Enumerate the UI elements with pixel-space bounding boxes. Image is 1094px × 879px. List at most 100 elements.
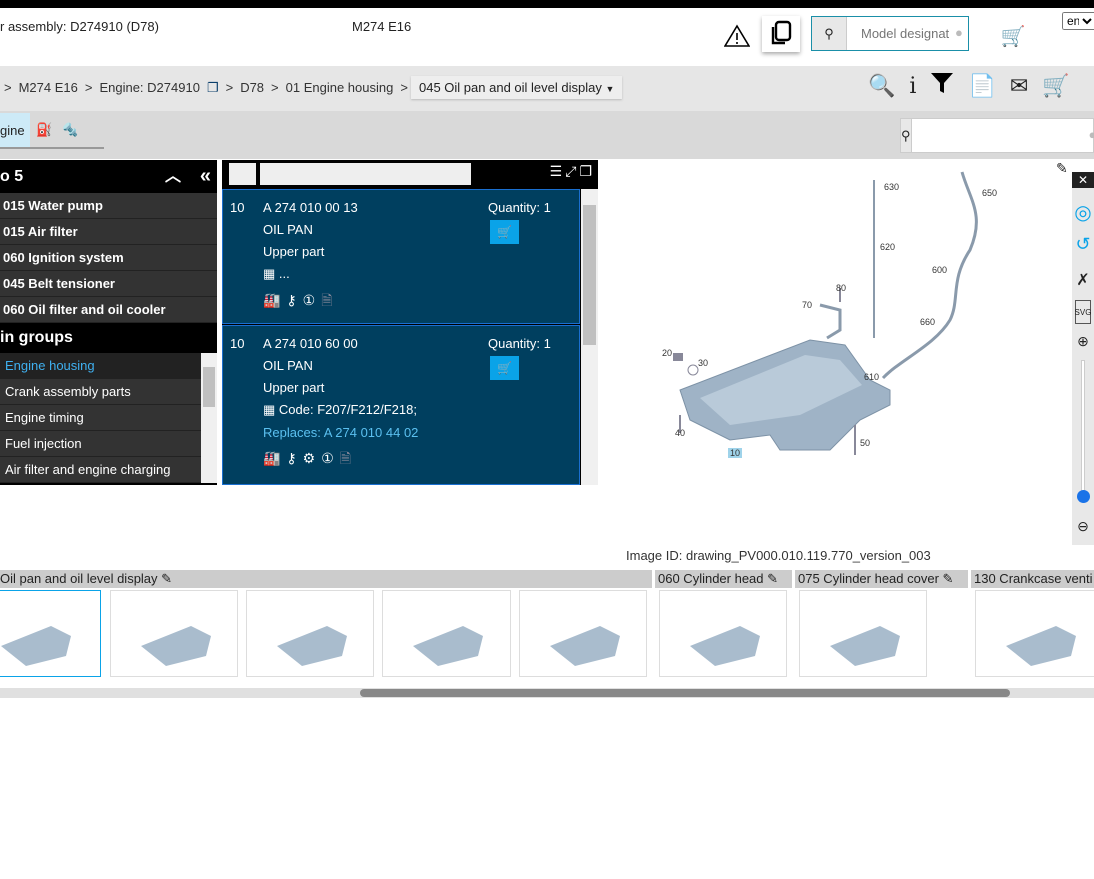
drawing-thumbnail[interactable] xyxy=(799,590,927,677)
scrollbar-thumb[interactable] xyxy=(360,689,1010,697)
search-icon[interactable]: ⚲ xyxy=(812,17,847,50)
recent-item[interactable]: 015 Water pump xyxy=(0,193,217,219)
callout-label[interactable]: 80 xyxy=(836,283,846,293)
copy-icon[interactable]: ❐ xyxy=(207,80,219,96)
header: r assembly: D274910 (D78) M274 E16 ⚲ ● 🛒… xyxy=(0,8,1094,66)
parts-search[interactable]: ⚲ ● xyxy=(900,118,1094,153)
group-item[interactable]: Air filter and engine charging xyxy=(0,457,201,483)
part-code: Code: F207/F212/F218; xyxy=(278,402,417,417)
parts-search-input[interactable] xyxy=(911,119,1089,152)
part-quantity: Quantity: 1 xyxy=(488,200,551,215)
thumb-group-header: Oil pan and oil level display ✎ xyxy=(0,570,652,588)
thumb-group-header: 060 Cylinder head ✎ xyxy=(655,570,792,588)
history-icon[interactable]: ↺ xyxy=(1072,232,1094,256)
drawing-thumbnail[interactable] xyxy=(110,590,238,677)
copy-button[interactable] xyxy=(762,16,800,52)
drawing-thumbnail[interactable] xyxy=(975,590,1094,677)
thumbnail-scrollbar[interactable] xyxy=(0,688,1094,698)
add-to-cart-button[interactable]: 🛒 xyxy=(490,220,519,244)
add-to-cart-button[interactable]: 🛒 xyxy=(490,356,519,380)
drawing-thumbnail[interactable] xyxy=(519,590,647,677)
edit-icon[interactable]: ✎ xyxy=(1056,160,1068,177)
part-quantity: Quantity: 1 xyxy=(488,336,551,351)
clear-icon[interactable]: ● xyxy=(955,17,963,50)
cart-add-icon[interactable]: 🛒 xyxy=(998,22,1028,50)
callout-label[interactable]: 620 xyxy=(880,242,895,252)
groups-header: in groups xyxy=(0,329,73,346)
tab-paint-icon[interactable]: ⛽ xyxy=(36,122,52,138)
part-action-icons[interactable]: 🏭⚷①🗎 xyxy=(263,290,339,314)
svg-export-icon[interactable]: SVG xyxy=(1075,300,1091,324)
group-item[interactable]: Engine housing xyxy=(0,353,201,379)
filter-input-pos[interactable] xyxy=(229,163,256,185)
callout-label[interactable]: 30 xyxy=(698,358,708,368)
callout-label[interactable]: 660 xyxy=(920,317,935,327)
recent-item[interactable]: 045 Belt tensioner xyxy=(0,271,217,297)
drawing-thumbnail[interactable] xyxy=(659,590,787,677)
part-code: ... xyxy=(278,266,290,281)
callout-label[interactable]: 70 xyxy=(802,300,812,310)
filter-input-text[interactable] xyxy=(260,163,471,185)
callout-label[interactable]: 600 xyxy=(932,265,947,275)
model-search[interactable]: ⚲ ● xyxy=(811,16,969,51)
drawing-thumbnail[interactable] xyxy=(382,590,511,677)
clear-icon[interactable]: ● xyxy=(1089,119,1094,152)
recent-item[interactable]: 060 Ignition system xyxy=(0,245,217,271)
mail-icon[interactable]: ✉ xyxy=(1010,73,1028,99)
callout-label[interactable]: 10 xyxy=(728,448,743,458)
expand-icon[interactable]: ⤢ xyxy=(565,163,576,180)
tab-parts-icon[interactable]: 🔩 xyxy=(62,122,78,138)
callout-label[interactable]: 610 xyxy=(864,372,879,382)
group-item[interactable]: Engine timing xyxy=(0,405,201,431)
info-icon[interactable]: i xyxy=(909,74,916,99)
zoom-in-icon[interactable]: ⊕ xyxy=(1072,330,1094,352)
subgroup-dropdown[interactable]: 045 Oil pan and oil level display ▼ xyxy=(411,76,623,99)
tab-engine[interactable]: gine xyxy=(0,113,30,149)
callout-label[interactable]: 650 xyxy=(982,188,997,198)
part-row[interactable]: 10 A 274 010 00 13 OIL PAN Upper part ▦ ... 🏭… xyxy=(222,189,580,324)
drawing-thumbnail[interactable] xyxy=(246,590,374,677)
breadcrumb-item[interactable]: Engine: D274910 xyxy=(99,80,199,96)
callout-label[interactable]: 20 xyxy=(662,348,672,358)
part-action-icons[interactable]: 🏭⚷⚙①🗎 xyxy=(263,448,357,472)
groups-scrollbar[interactable] xyxy=(201,353,217,483)
breadcrumb-item[interactable]: M274 E16 xyxy=(19,80,78,96)
unpin-icon[interactable]: ✗ xyxy=(1072,268,1094,292)
parts-panel: ☰ ⤢ ❐ 10 A 274 010 00 13 OIL PAN Upper part ▦ … xyxy=(222,160,598,485)
breadcrumb-item[interactable]: 01 Engine housing xyxy=(286,80,394,96)
warning-icon[interactable] xyxy=(723,22,751,50)
parts-scrollbar[interactable] xyxy=(581,189,598,485)
zoom-in-icon[interactable]: 🔍 xyxy=(868,73,895,99)
callout-label[interactable]: 40 xyxy=(675,428,685,438)
drawing-thumbnail[interactable] xyxy=(0,590,101,677)
breadcrumb: > M274 E16 > Engine: D274910 ❐ > D78 > 01 Eng… xyxy=(0,66,1094,111)
model-search-input[interactable] xyxy=(847,17,955,50)
collapse-icon[interactable]: ︿ xyxy=(165,160,181,193)
callout-label[interactable]: 50 xyxy=(860,438,870,448)
popout-icon[interactable]: ❐ xyxy=(579,163,592,180)
part-row[interactable]: 10 A 274 010 60 00 OIL PAN Upper part ▦ Code… xyxy=(222,325,580,485)
document-alert-icon[interactable]: 📄 xyxy=(968,73,995,99)
edit-icon[interactable] xyxy=(1072,160,1094,172)
list-icon[interactable]: ☰ xyxy=(550,163,563,180)
thumbnail-headers: Oil pan and oil level display ✎ 060 Cyli… xyxy=(0,570,1094,588)
search-icon[interactable]: ⚲ xyxy=(901,119,912,152)
recent-item[interactable]: 060 Oil filter and oil cooler xyxy=(0,297,217,323)
group-item[interactable]: Crank assembly parts xyxy=(0,379,201,405)
filter-icon[interactable] xyxy=(930,72,954,100)
zoom-out-icon[interactable]: ⊖ xyxy=(1072,515,1094,537)
cart-icon[interactable]: 🛒 xyxy=(1042,73,1069,99)
exploded-drawing[interactable]: 630 650 620 600 80 70 660 20 30 610 40 50 10 xyxy=(600,160,1070,545)
breadcrumb-item[interactable]: D78 xyxy=(240,80,264,96)
cart-icon: 🛒 xyxy=(497,225,512,239)
double-chevron-left-icon[interactable]: « xyxy=(200,160,211,193)
target-icon[interactable]: ◎ xyxy=(1072,200,1094,224)
zoom-slider-handle[interactable] xyxy=(1077,490,1090,503)
zoom-slider[interactable] xyxy=(1081,360,1085,500)
language-select[interactable]: en xyxy=(1062,12,1094,30)
group-item[interactable]: Fuel injection xyxy=(0,431,201,457)
code-row: ▦ ... xyxy=(263,266,290,282)
close-icon[interactable]: ✕ xyxy=(1072,172,1094,188)
callout-label[interactable]: 630 xyxy=(884,182,899,192)
recent-item[interactable]: 015 Air filter xyxy=(0,219,217,245)
